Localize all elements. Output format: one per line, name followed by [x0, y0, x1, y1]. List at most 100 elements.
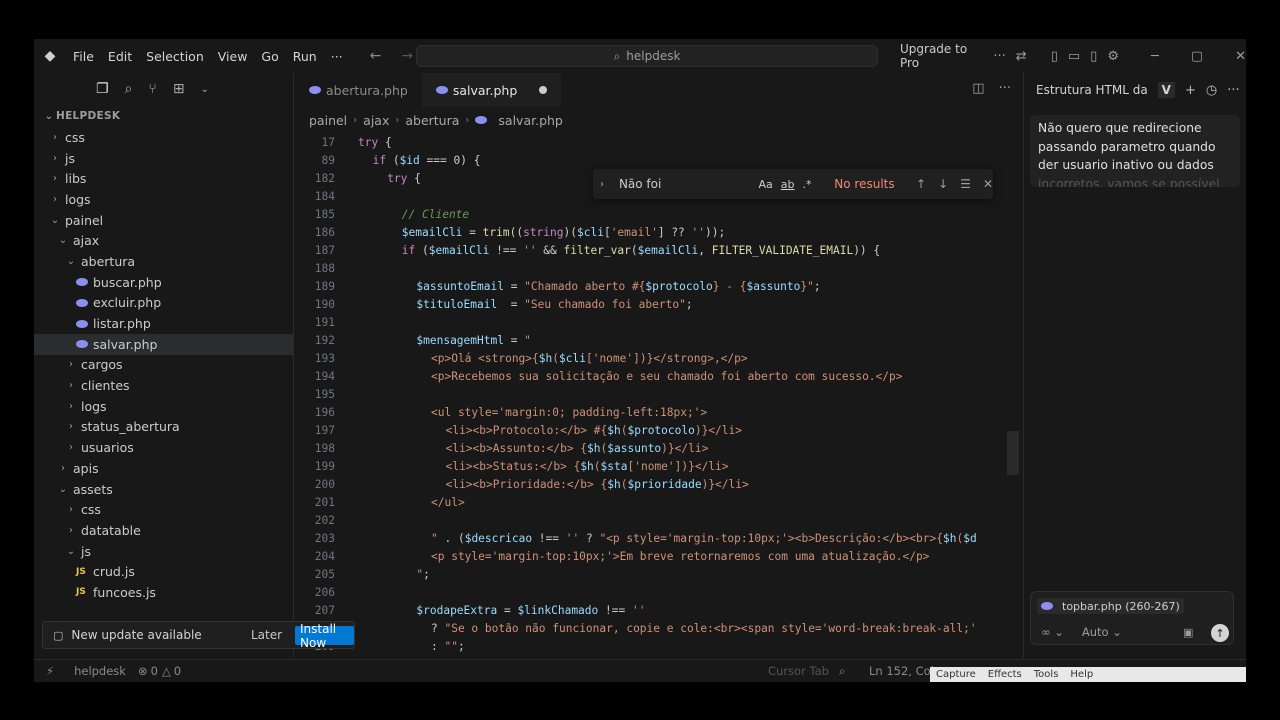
match-case-toggle[interactable]: Aa — [759, 178, 773, 191]
tree-folder[interactable]: › status_abertura — [34, 417, 293, 438]
warning-icon[interactable]: △ — [162, 664, 171, 678]
error-count[interactable]: 0 — [151, 664, 158, 678]
code-line[interactable]: 206 — [295, 583, 1023, 601]
tree-folder[interactable]: › apis — [34, 458, 293, 479]
back-arrow-icon[interactable]: ← — [370, 48, 382, 64]
code-line[interactable]: 191 — [295, 313, 1023, 331]
menu-view[interactable]: View — [211, 49, 255, 64]
code-line[interactable]: 203 " . ($descricao !== '' ? "<p style='m… — [295, 529, 1023, 547]
tree-file[interactable]: JS funcoes.js — [34, 582, 293, 603]
close-window-icon[interactable]: ✕ — [1235, 49, 1246, 64]
match-word-toggle[interactable]: ab — [781, 178, 795, 191]
code-line[interactable]: 204 <p style='margin-top:10px;'>Em breve … — [295, 547, 1023, 565]
chat-input-box[interactable]: topbar.php (260-267) ∞ ⌄ Auto ⌄ ▣ ↑ — [1030, 591, 1234, 645]
settings-gear-icon[interactable]: ⚙ — [1107, 49, 1119, 64]
tree-folder[interactable]: › datatable — [34, 520, 293, 541]
chat-title[interactable]: Estrutura HTML da — [1036, 83, 1148, 97]
recorder-help[interactable]: Help — [1070, 669, 1093, 680]
tree-folder[interactable]: › cargos — [34, 355, 293, 376]
code-line[interactable]: 188 — [295, 259, 1023, 277]
code-line[interactable]: 199 <li><b>Status:</b> {$h($sta['nome'])}… — [295, 457, 1023, 475]
recorder-effects[interactable]: Effects — [988, 669, 1022, 680]
tree-folder[interactable]: › css — [34, 499, 293, 520]
sticky-scroll-line[interactable]: 89 if ($id === 0) { — [295, 151, 1023, 169]
files-icon[interactable]: ❐ — [96, 81, 109, 97]
close-find-icon[interactable]: ✕ — [983, 177, 993, 191]
menu-edit[interactable]: Edit — [101, 49, 139, 64]
error-icon[interactable]: ⊗ — [138, 664, 148, 678]
code-line[interactable]: 190 $tituloEmail = "Seu chamado foi abert… — [295, 295, 1023, 313]
later-button[interactable]: Later — [251, 628, 282, 642]
code-line[interactable]: 185 // Cliente — [295, 205, 1023, 223]
sync-icon[interactable]: ⇄ — [1016, 49, 1027, 64]
toggle-secondary-sidebar-icon[interactable]: ▯ — [1090, 49, 1097, 64]
maximize-icon[interactable]: ▢ — [1191, 49, 1203, 64]
breadcrumb-item[interactable]: ajax — [363, 113, 389, 128]
tree-folder[interactable]: ⌄ assets — [34, 479, 293, 500]
cursor-position[interactable]: Ln 152, Col — [869, 664, 934, 678]
menu-go[interactable]: Go — [254, 49, 285, 64]
tree-folder[interactable]: › logs — [34, 189, 293, 210]
find-in-selection-icon[interactable]: ☰ — [960, 177, 971, 191]
split-editor-icon[interactable]: ◫ — [972, 81, 984, 96]
chat-tab-badge[interactable]: V — [1157, 82, 1175, 98]
unsaved-dot-icon[interactable] — [539, 86, 548, 94]
menu-file[interactable]: File — [66, 49, 101, 64]
command-center-search[interactable]: ⌕ helpdesk — [416, 45, 878, 67]
code-line[interactable]: 192 $mensagemHtml = " — [295, 331, 1023, 349]
more-actions-icon[interactable]: ··· — [999, 81, 1011, 96]
tree-folder[interactable]: › js — [34, 148, 293, 169]
toggle-replace-chevron-icon[interactable]: › — [593, 179, 611, 190]
code-line[interactable]: 187 if ($emailCli !== '' && filter_var($e… — [295, 241, 1023, 259]
tree-file[interactable]: excluir.php — [34, 293, 293, 314]
code-line[interactable]: 209: ""; — [295, 637, 1023, 655]
regex-toggle[interactable]: .* — [803, 178, 812, 191]
infinity-mode-icon[interactable]: ∞ ⌄ — [1041, 625, 1064, 639]
send-arrow-icon[interactable]: ↑ — [1211, 624, 1229, 642]
code-line[interactable]: 193 <p>Olá <strong>{$h($cli['nome'])}</st… — [295, 349, 1023, 367]
tree-folder[interactable]: › logs — [34, 396, 293, 417]
tab-salvar[interactable]: salvar.php — [421, 73, 562, 107]
forward-arrow-icon[interactable]: → — [401, 48, 413, 64]
search-sidebar-icon[interactable]: ⌕ — [125, 81, 133, 97]
code-line[interactable]: 200 <li><b>Prioridade:</b> {$h($prioridad… — [295, 475, 1023, 493]
menu-run[interactable]: Run — [286, 49, 324, 64]
tree-folder[interactable]: ⌄ ajax — [34, 230, 293, 251]
upgrade-link[interactable]: Upgrade to Pro — [900, 42, 983, 70]
tree-file[interactable]: buscar.php — [34, 272, 293, 293]
editor-scrollbar-thumb[interactable] — [1007, 431, 1019, 475]
tree-file[interactable]: salvar.php — [34, 333, 293, 355]
tree-file[interactable]: JS crud.js — [34, 561, 293, 582]
context-chip[interactable]: topbar.php (260-267) — [1037, 598, 1184, 614]
zoom-search-icon[interactable]: ⌕ — [839, 664, 845, 679]
previous-match-arrow-icon[interactable]: ↑ — [916, 177, 926, 191]
menu-selection[interactable]: Selection — [139, 49, 211, 64]
warning-count[interactable]: 0 — [174, 664, 181, 678]
tree-folder[interactable]: › usuarios — [34, 437, 293, 458]
code-line[interactable]: 208? "Se o botão não funcionar, copie e … — [295, 619, 1023, 637]
image-attach-icon[interactable]: ▣ — [1183, 626, 1193, 639]
workspace-status[interactable]: helpdesk — [74, 664, 126, 678]
tree-folder[interactable]: ⌄ js — [34, 541, 293, 562]
toggle-sidebar-icon[interactable]: ▯ — [1051, 49, 1058, 64]
code-line[interactable]: 205 "; — [295, 565, 1023, 583]
code-line[interactable]: 207 $rodapeExtra = $linkChamado !== '' — [295, 601, 1023, 619]
tab-abertura[interactable]: abertura.php — [295, 73, 422, 107]
tree-folder[interactable]: › clientes — [34, 375, 293, 396]
find-input[interactable]: Não foi — [619, 177, 759, 191]
toggle-panel-icon[interactable]: ▭ — [1068, 49, 1080, 64]
source-control-icon[interactable]: ⑂ — [148, 81, 156, 97]
code-editor[interactable]: 17 try {89 if ($id === 0) {182 try {184 185 /… — [295, 133, 1023, 658]
code-line[interactable]: 196 <ul style='margin:0; padding-left:18p… — [295, 403, 1023, 421]
new-chat-plus-icon[interactable]: + — [1185, 83, 1196, 98]
explorer-root-title[interactable]: ⌄ HELPDESK — [34, 105, 293, 127]
user-message[interactable]: Não quero que redirecione passando param… — [1030, 115, 1240, 187]
cursor-tab-status[interactable]: Cursor Tab — [768, 664, 829, 678]
history-clock-icon[interactable]: ◷ — [1206, 83, 1217, 98]
code-line[interactable]: 198 <li><b>Assunto:</b> {$h($assunto)}</l… — [295, 439, 1023, 457]
tree-folder[interactable]: › css — [34, 127, 293, 148]
recorder-capture[interactable]: Capture — [936, 669, 976, 680]
code-line[interactable]: 202 — [295, 511, 1023, 529]
tree-folder[interactable]: ⌄ painel — [34, 210, 293, 231]
breadcrumb-item[interactable]: salvar.php — [498, 113, 562, 128]
